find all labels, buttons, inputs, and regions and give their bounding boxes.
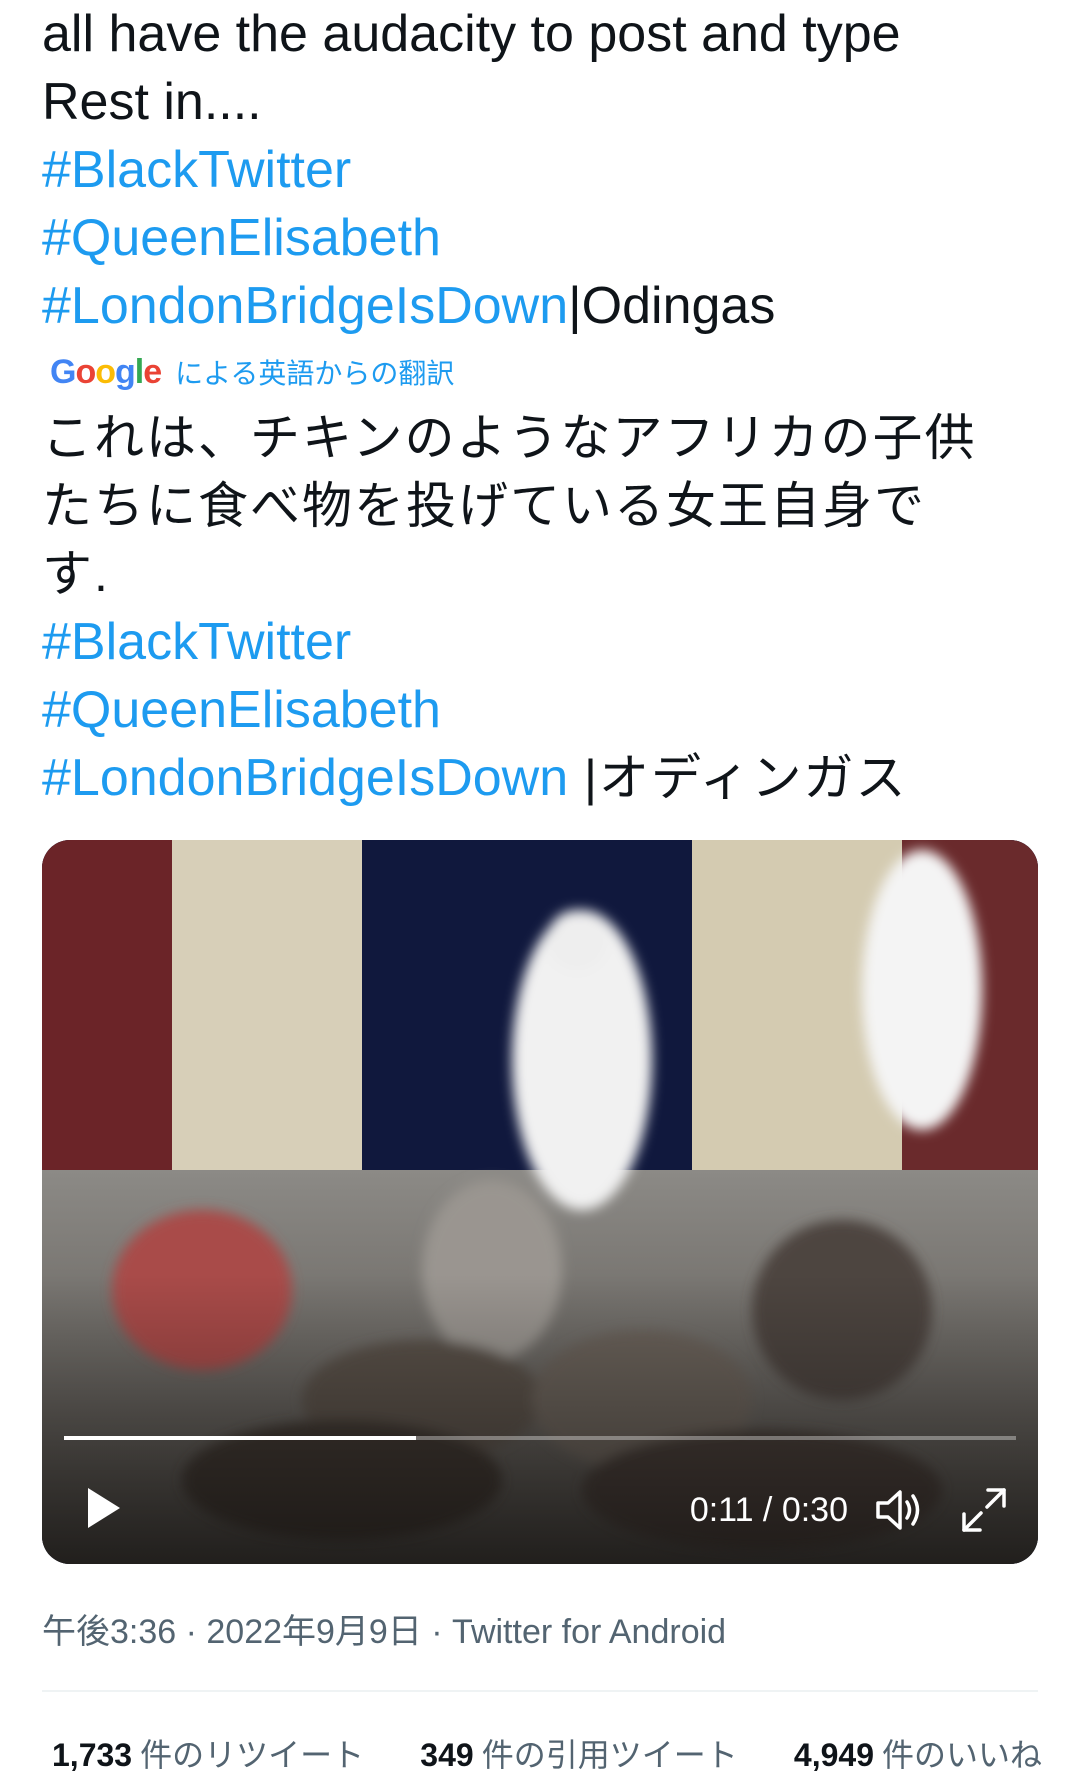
translated-body: これは、チキンのようなアフリカの子供 たちに食べ物を投げている女王自身で す. … — [42, 404, 1042, 812]
tweet-text-line: all have the audacity to post and type — [42, 5, 901, 63]
tweet-text-line: #LondonBridgeIsDown|Odingas — [42, 272, 1042, 340]
tweet-timestamp-source[interactable]: 午後3:36 · 2022年9月9日 · Twitter for Android — [42, 1604, 726, 1653]
video-time: 0:11 / 0:30 — [689, 1491, 848, 1529]
hashtag-link[interactable]: #LondonBridgeIsDown — [42, 277, 568, 335]
video-progress-bar[interactable] — [64, 1436, 1016, 1440]
tweet-text-line: Rest in.... — [42, 73, 262, 131]
retweets-count: 1,733 — [52, 1737, 133, 1773]
volume-icon — [876, 1490, 920, 1530]
volume-button[interactable] — [870, 1482, 926, 1538]
video-progress-fill — [64, 1436, 417, 1440]
hashtag-link[interactable]: #BlackTwitter — [42, 136, 1042, 204]
play-icon — [88, 1488, 120, 1528]
hashtag-link[interactable]: #BlackTwitter — [42, 608, 1042, 676]
divider — [42, 1690, 1038, 1692]
fullscreen-icon — [962, 1488, 1006, 1532]
play-button[interactable] — [72, 1476, 136, 1540]
likes-stat[interactable]: 4,949 件のいいね — [794, 1730, 1042, 1776]
translated-text-line: これは、チキンのようなアフリカの子供 — [42, 410, 977, 466]
video-frame — [42, 840, 1038, 1564]
quote-tweets-label: 件の引用ツイート — [481, 1737, 738, 1773]
likes-label: 件のいいね — [881, 1737, 1042, 1773]
video-player[interactable]: 0:11 / 0:30 — [42, 840, 1038, 1564]
tweet-suffix: |Odingas — [568, 277, 776, 335]
hashtag-link[interactable]: #QueenElisabeth — [42, 204, 1042, 272]
translated-text-line: #LondonBridgeIsDown |オディンガス — [42, 744, 1042, 812]
translation-label[interactable]: による英語からの翻訳 — [175, 352, 454, 392]
hashtag-link[interactable]: #QueenElisabeth — [42, 676, 1042, 744]
translated-text-line: す. — [42, 546, 110, 602]
translation-attribution[interactable]: Google による英語からの翻訳 — [50, 350, 454, 394]
quote-tweets-stat[interactable]: 349 件の引用ツイート — [420, 1730, 737, 1776]
fullscreen-button[interactable] — [956, 1482, 1012, 1538]
google-logo: Google — [50, 352, 162, 391]
likes-count: 4,949 — [793, 1737, 874, 1773]
tweet-body: all have the audacity to post and type R… — [42, 0, 1042, 340]
engagement-stats: 1,733 件のリツイート 349 件の引用ツイート 4,949 件のいいね — [52, 1730, 1042, 1776]
retweets-label: 件のリツイート — [140, 1737, 365, 1773]
quote-tweets-count: 349 — [420, 1737, 474, 1773]
translated-text-line: たちに食べ物を投げている女王自身で — [42, 478, 926, 534]
translated-suffix: |オディンガス — [568, 750, 908, 806]
retweets-stat[interactable]: 1,733 件のリツイート — [52, 1730, 364, 1776]
hashtag-link[interactable]: #LondonBridgeIsDown — [42, 749, 568, 807]
